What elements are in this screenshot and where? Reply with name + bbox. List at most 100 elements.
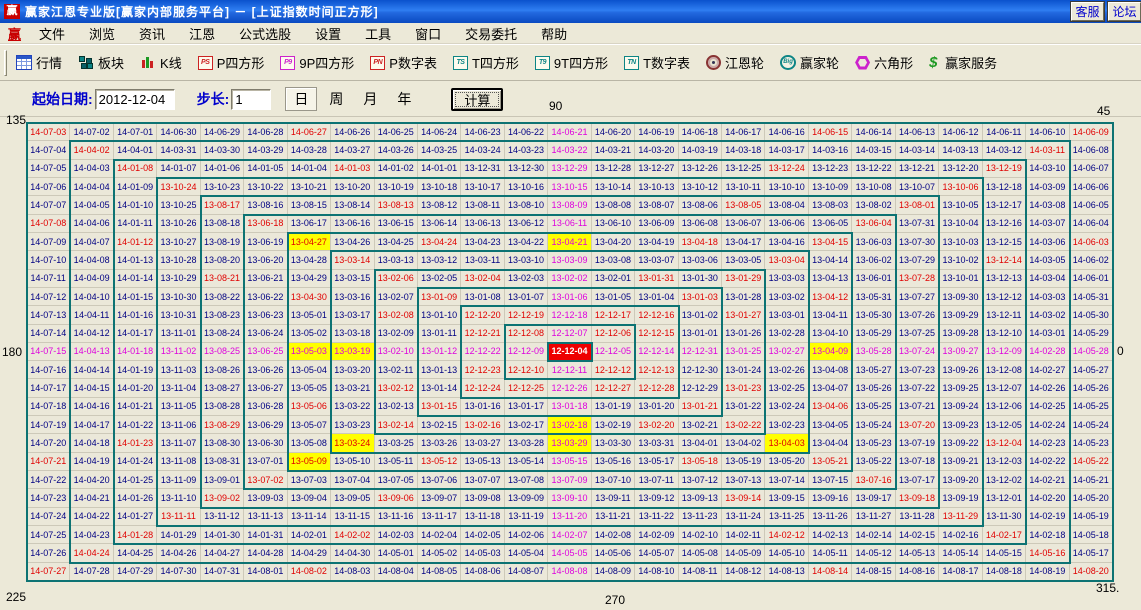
date-cell[interactable]: 13-03-31	[635, 434, 678, 452]
date-cell[interactable]: 14-04-15	[70, 379, 113, 397]
date-cell[interactable]: 13-03-01	[765, 306, 808, 324]
date-cell[interactable]: 13-05-15	[548, 453, 591, 471]
date-cell[interactable]: 14-02-22	[1026, 453, 1069, 471]
date-cell[interactable]: 14-01-16	[114, 306, 157, 324]
date-cell[interactable]: 14-04-09	[70, 270, 113, 288]
date-cell[interactable]: 14-05-03	[461, 544, 504, 562]
date-cell[interactable]: 14-07-13	[27, 306, 70, 324]
date-cell[interactable]: 13-09-08	[461, 489, 504, 507]
date-cell[interactable]: 13-05-12	[418, 453, 461, 471]
date-cell[interactable]: 14-06-09	[1070, 123, 1113, 141]
date-cell[interactable]: 13-04-21	[548, 233, 591, 251]
date-cell[interactable]: 14-08-05	[418, 563, 461, 581]
date-cell[interactable]: 13-11-16	[375, 508, 418, 526]
date-cell[interactable]: 13-12-15	[983, 233, 1026, 251]
date-cell[interactable]: 13-07-21	[896, 398, 939, 416]
date-cell[interactable]: 13-08-17	[201, 196, 244, 214]
date-cell[interactable]: 14-08-18	[983, 563, 1026, 581]
date-cell[interactable]: 13-10-01	[939, 270, 982, 288]
date-cell[interactable]: 13-05-06	[288, 398, 331, 416]
date-cell[interactable]: 13-08-23	[201, 306, 244, 324]
date-cell[interactable]: 13-02-28	[765, 325, 808, 343]
date-cell[interactable]: 13-06-08	[679, 215, 722, 233]
date-cell[interactable]: 14-04-23	[70, 526, 113, 544]
date-cell[interactable]: 13-08-19	[201, 233, 244, 251]
date-cell[interactable]: 13-11-01	[157, 325, 200, 343]
date-cell[interactable]: 13-05-24	[852, 416, 895, 434]
date-cell[interactable]: 14-01-24	[114, 453, 157, 471]
date-cell[interactable]: 13-04-30	[288, 288, 331, 306]
date-cell[interactable]: 14-06-25	[375, 123, 418, 141]
date-cell[interactable]: 12-12-23	[461, 361, 504, 379]
date-cell[interactable]: 14-05-19	[1070, 508, 1113, 526]
date-cell[interactable]: 12-12-15	[635, 325, 678, 343]
date-cell[interactable]: 13-07-17	[896, 471, 939, 489]
date-cell[interactable]: 13-10-20	[331, 178, 374, 196]
date-cell[interactable]: 13-01-25	[722, 343, 765, 361]
date-cell[interactable]: 13-06-02	[852, 251, 895, 269]
date-cell[interactable]: 13-01-15	[418, 398, 461, 416]
date-cell[interactable]: 13-09-23	[939, 416, 982, 434]
date-cell[interactable]: 14-06-30	[157, 123, 200, 141]
date-cell[interactable]: 13-03-29	[548, 434, 591, 452]
date-cell[interactable]: 13-03-15	[331, 270, 374, 288]
date-cell[interactable]: 14-04-24	[70, 544, 113, 562]
date-cell[interactable]: 14-02-04	[418, 526, 461, 544]
date-cell[interactable]: 12-12-31	[679, 343, 722, 361]
date-cell[interactable]: 13-11-04	[157, 379, 200, 397]
date-cell[interactable]: 13-06-21	[244, 270, 287, 288]
date-cell[interactable]: 14-03-01	[1026, 325, 1069, 343]
date-cell[interactable]: 13-06-07	[722, 215, 765, 233]
date-cell[interactable]: 13-06-17	[288, 215, 331, 233]
date-cell[interactable]: 13-02-05	[418, 270, 461, 288]
menu-item[interactable]: 江恩	[177, 22, 227, 45]
date-cell[interactable]: 13-05-16	[592, 453, 635, 471]
date-cell[interactable]: 13-03-20	[331, 361, 374, 379]
date-cell[interactable]: 14-03-08	[1026, 196, 1069, 214]
date-cell[interactable]: 13-10-12	[679, 178, 722, 196]
date-cell[interactable]: 13-02-09	[375, 325, 418, 343]
date-cell[interactable]: 13-08-30	[201, 434, 244, 452]
date-cell[interactable]: 14-06-26	[331, 123, 374, 141]
date-cell[interactable]: 13-04-18	[679, 233, 722, 251]
date-cell[interactable]: 13-06-10	[592, 215, 635, 233]
date-cell[interactable]: 13-09-17	[852, 489, 895, 507]
date-cell[interactable]: 14-04-14	[70, 361, 113, 379]
date-cell[interactable]: 14-07-05	[27, 160, 70, 178]
date-cell[interactable]: 13-12-06	[983, 398, 1026, 416]
date-cell[interactable]: 14-01-06	[201, 160, 244, 178]
date-cell[interactable]: 13-04-04	[809, 434, 852, 452]
date-cell[interactable]: 14-02-28	[1026, 343, 1069, 361]
date-cell[interactable]: 13-07-01	[244, 453, 287, 471]
date-cell[interactable]: 13-12-04	[983, 434, 1026, 452]
date-cell[interactable]: 13-08-21	[201, 270, 244, 288]
toolbar-button[interactable]: 行情	[13, 51, 65, 74]
date-cell[interactable]: 13-11-12	[201, 508, 244, 526]
date-cell[interactable]: 13-07-31	[896, 215, 939, 233]
menu-item[interactable]: 文件	[27, 22, 77, 45]
toolbar-button[interactable]: T99T四方形	[532, 51, 611, 74]
date-cell[interactable]: 13-10-30	[157, 288, 200, 306]
date-cell[interactable]: 13-03-24	[331, 434, 374, 452]
date-cell[interactable]: 13-06-01	[852, 270, 895, 288]
date-cell[interactable]: 13-12-24	[765, 160, 808, 178]
date-cell[interactable]: 13-04-17	[722, 233, 765, 251]
date-cell[interactable]: 13-03-10	[505, 251, 548, 269]
date-cell[interactable]: 13-01-26	[722, 325, 765, 343]
date-cell[interactable]: 14-06-20	[592, 123, 635, 141]
date-cell[interactable]: 14-01-13	[114, 251, 157, 269]
date-cell[interactable]: 14-07-16	[27, 361, 70, 379]
date-cell[interactable]: 13-02-18	[548, 416, 591, 434]
date-cell[interactable]: 14-05-05	[548, 544, 591, 562]
date-cell[interactable]: 13-04-28	[288, 251, 331, 269]
toolbar-button[interactable]: TNT数字表	[621, 51, 693, 74]
date-cell[interactable]: 13-07-11	[635, 471, 678, 489]
date-cell[interactable]: 14-05-31	[1070, 288, 1113, 306]
date-cell[interactable]: 13-02-25	[765, 379, 808, 397]
date-cell[interactable]: 13-06-29	[244, 416, 287, 434]
date-cell[interactable]: 14-08-03	[331, 563, 374, 581]
date-cell[interactable]: 13-01-13	[418, 361, 461, 379]
date-cell[interactable]: 13-10-25	[157, 196, 200, 214]
date-cell[interactable]: 13-08-14	[331, 196, 374, 214]
date-cell[interactable]: 14-05-14	[939, 544, 982, 562]
